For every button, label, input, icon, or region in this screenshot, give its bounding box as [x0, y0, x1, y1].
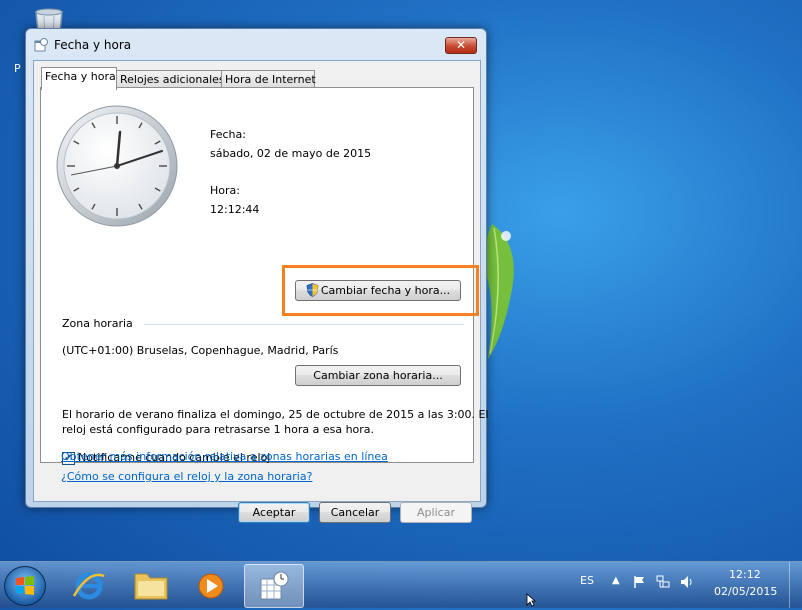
change-date-time-button[interactable]: Cambiar fecha y hora... [295, 280, 461, 301]
tab-panel-date-time: Fecha: sábado, 02 de mayo de 2015 Hora: … [40, 87, 489, 465]
apply-button[interactable]: Aplicar [400, 502, 472, 523]
taskbar: ES ▲ 12:12 02/05/2015 [0, 561, 802, 608]
timezone-section-label: Zona horaria [62, 317, 133, 330]
volume-icon[interactable] [680, 575, 694, 589]
tab-date-time[interactable]: Fecha y hora [41, 67, 117, 90]
action-center-flag-icon[interactable] [632, 575, 646, 589]
wallpaper-leaf [484, 224, 514, 359]
title-bar[interactable]: Fecha y hora ✕ [26, 29, 486, 59]
show-desktop-button[interactable] [789, 562, 802, 608]
taskbar-date-time-button[interactable] [244, 564, 304, 608]
taskbar-explorer-button[interactable] [122, 564, 180, 606]
section-divider [144, 324, 464, 325]
dialog-client-area: Fecha y hora Relojes adicionales Hora de… [33, 60, 489, 523]
taskbar-clock-time[interactable]: 12:12 [729, 568, 761, 581]
dst-notice-line1: El horario de verano finaliza el domingo… [62, 408, 489, 421]
analog-clock [56, 105, 178, 227]
close-button[interactable]: ✕ [445, 37, 477, 54]
internet-explorer-icon [72, 572, 105, 600]
taskbar-media-player-button[interactable] [182, 564, 240, 606]
network-icon[interactable] [656, 575, 670, 589]
time-value: 12:12:44 [210, 203, 260, 216]
date-time-icon [34, 38, 48, 52]
desktop-icon-label: P [14, 62, 21, 75]
change-timezone-button[interactable]: Cambiar zona horaria... [295, 365, 461, 386]
change-date-time-label: Cambiar fecha y hora... [320, 284, 451, 297]
window-title: Fecha y hora [54, 38, 132, 52]
taskbar-ie-button[interactable] [60, 564, 118, 606]
windows-logo-icon [16, 576, 34, 595]
cancel-button[interactable]: Cancelar [319, 502, 391, 523]
timezone-value: (UTC+01:00) Bruselas, Copenhague, Madrid… [62, 344, 339, 357]
time-label: Hora: [210, 184, 240, 197]
date-label: Fecha: [210, 128, 246, 141]
taskbar-clock-date[interactable]: 02/05/2015 [714, 585, 777, 598]
dst-notice-line2: reloj está configurado para retrasarse 1… [62, 423, 375, 436]
more-info-link[interactable]: Obtener más información relativa a zonas… [61, 450, 388, 463]
show-hidden-icons-icon[interactable]: ▲ [612, 575, 626, 589]
folder-icon [134, 573, 168, 600]
language-indicator[interactable]: ES [580, 574, 594, 587]
uac-shield-icon [306, 283, 319, 297]
date-time-icon [260, 571, 289, 600]
ok-button[interactable]: Aceptar [238, 502, 310, 523]
date-value: sábado, 02 de mayo de 2015 [210, 147, 372, 160]
date-time-dialog: Fecha y hora ✕ Fecha y hora Relojes adic… [25, 28, 489, 523]
how-configured-link[interactable]: ¿Cómo se configura el reloj y la zona ho… [61, 470, 312, 483]
mouse-cursor-icon [526, 593, 536, 607]
start-button[interactable] [4, 566, 46, 606]
media-player-icon [198, 573, 224, 599]
